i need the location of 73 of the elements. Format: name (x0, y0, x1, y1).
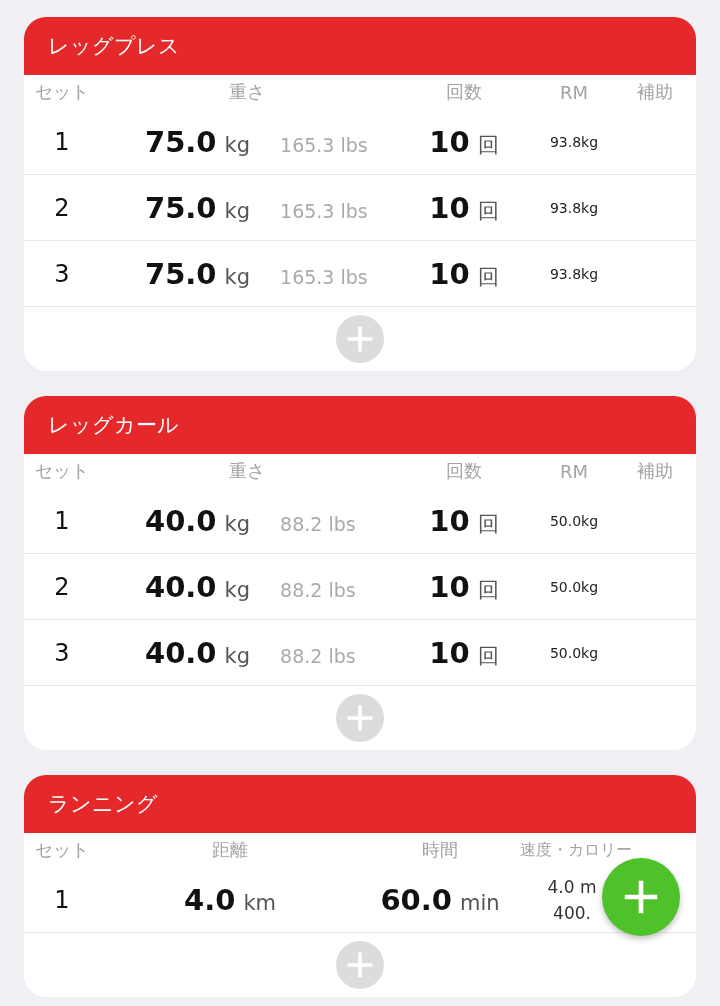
reps-value: 10 (429, 124, 470, 159)
weight-value: 40.0 (145, 635, 217, 670)
weight-lbs: 165.3 lbs (280, 199, 368, 222)
reps-unit: 回 (477, 576, 499, 604)
weight-value: 75.0 (145, 124, 217, 159)
add-set-button[interactable] (336, 315, 384, 363)
reps-value: 10 (429, 569, 470, 604)
weight-lbs: 88.2 lbs (280, 578, 356, 601)
weight-unit: kg (224, 577, 251, 602)
speed-value: 4.0 m (547, 875, 597, 899)
set-number: 2 (53, 572, 71, 601)
exercise-title: レッグカール (48, 412, 179, 439)
column-header: 重さ (228, 80, 266, 104)
weight-value: 40.0 (145, 569, 217, 604)
reps-value: 10 (429, 256, 470, 291)
weight-value: 75.0 (145, 190, 217, 225)
column-header: 距離 (211, 838, 249, 862)
reps-value: 10 (429, 635, 470, 670)
plus-icon (346, 325, 374, 353)
time-unit: min (459, 890, 500, 915)
time-value: 60.0 (380, 882, 452, 917)
reps-value: 10 (429, 190, 470, 225)
weight-lbs: 88.2 lbs (280, 644, 356, 667)
column-header: 補助 (636, 80, 674, 104)
column-header: RM (558, 460, 589, 482)
set-number: 3 (53, 638, 71, 667)
weight-lbs: 165.3 lbs (280, 265, 368, 288)
add-set-button[interactable] (336, 694, 384, 742)
rm-value: 93.8kg (548, 265, 600, 282)
plus-icon (623, 879, 659, 915)
column-header: 回数 (445, 80, 483, 104)
weight-lbs: 165.3 lbs (280, 133, 368, 156)
rm-value: 93.8kg (548, 133, 600, 150)
weight-unit: kg (224, 264, 251, 289)
calories-value: 400. (553, 901, 591, 925)
plus-icon (346, 951, 374, 979)
reps-unit: 回 (477, 510, 499, 538)
column-header: セット (34, 838, 90, 862)
weight-value: 75.0 (145, 256, 217, 291)
weight-unit: kg (224, 511, 251, 536)
plus-icon (346, 704, 374, 732)
column-header: セット (34, 459, 90, 483)
column-header: 重さ (228, 459, 266, 483)
weight-unit: kg (224, 132, 251, 157)
reps-value: 10 (429, 503, 470, 538)
weight-unit: kg (224, 643, 251, 668)
weight-value: 40.0 (145, 503, 217, 538)
reps-unit: 回 (477, 197, 499, 225)
reps-unit: 回 (477, 642, 499, 670)
set-number: 1 (53, 506, 71, 535)
column-header: 回数 (445, 459, 483, 483)
distance-unit: km (243, 890, 276, 915)
reps-unit: 回 (477, 131, 499, 159)
set-number: 1 (53, 127, 71, 156)
rm-value: 50.0kg (548, 644, 600, 661)
set-number: 1 (53, 885, 71, 914)
add-set-button[interactable] (336, 941, 384, 989)
rm-value: 50.0kg (548, 578, 600, 595)
distance-value: 4.0 (184, 882, 236, 917)
weight-lbs: 88.2 lbs (280, 512, 356, 535)
set-number: 3 (53, 259, 71, 288)
exercise-title: レッグプレス (48, 33, 180, 60)
rm-value: 93.8kg (548, 199, 600, 216)
column-header: 補助 (636, 459, 674, 483)
column-header: セット (34, 80, 90, 104)
column-header: 時間 (421, 838, 459, 862)
rm-value: 50.0kg (548, 512, 600, 529)
column-header: 速度・カロリー (520, 839, 632, 861)
column-header: RM (558, 81, 589, 103)
exercise-title: ランニング (48, 791, 158, 818)
reps-unit: 回 (477, 263, 499, 291)
set-number: 2 (53, 193, 71, 222)
weight-unit: kg (224, 198, 251, 223)
